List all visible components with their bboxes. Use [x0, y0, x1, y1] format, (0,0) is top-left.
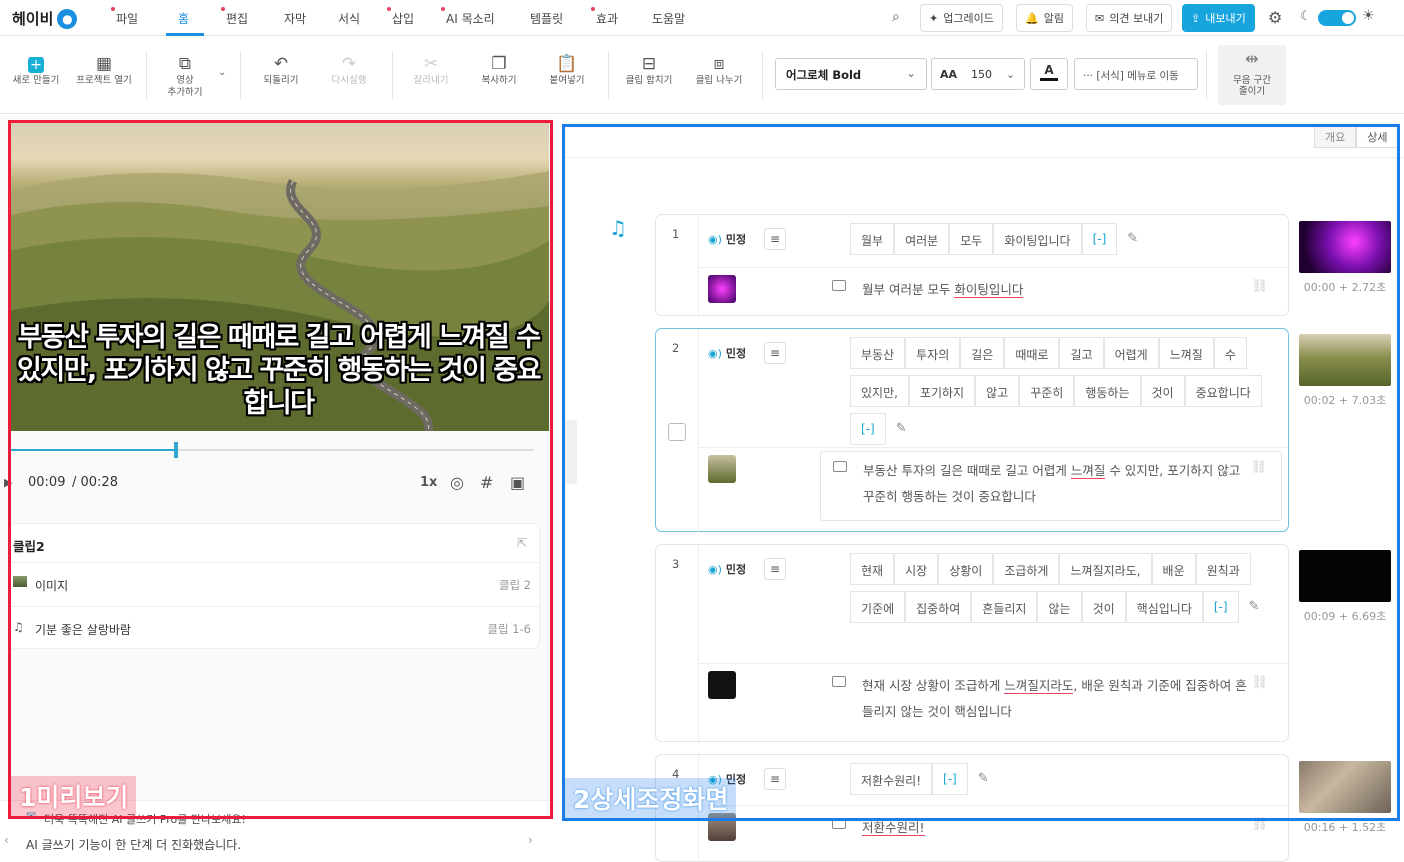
- menu-bar: 헤이비 ● 파일 홈 편집 자막 서식 삽입 AI 목소리 템플릿 효과 도움말…: [0, 0, 1404, 36]
- clip-time-4: 00:16 + 1.52초: [1303, 821, 1387, 834]
- split-icon: ⧈: [713, 54, 725, 74]
- chevron-down-icon: ⌄: [906, 66, 916, 80]
- copy-icon: ❐: [491, 54, 507, 74]
- menu-template[interactable]: 템플릿: [530, 10, 563, 27]
- format-menu-button[interactable]: ··· [서식] 메뉴로 이동: [1074, 58, 1198, 90]
- menu-help[interactable]: 도움말: [652, 10, 685, 27]
- chevron-down-icon: ⌄: [1006, 67, 1016, 81]
- merge-icon: ⊟: [641, 54, 657, 74]
- copy-button[interactable]: ❐ 복사하기: [474, 53, 524, 87]
- menu-ai-voice[interactable]: AI 목소리: [441, 7, 495, 27]
- new-project-button[interactable]: + 새로 만들기: [10, 53, 62, 87]
- plus-icon: +: [28, 57, 44, 73]
- search-icon[interactable]: ⌕: [892, 9, 900, 25]
- user-avatar-icon[interactable]: ●: [57, 8, 78, 29]
- annotation-detail-label: 2상세조정화면: [565, 778, 737, 818]
- moon-icon: ☾: [1300, 9, 1312, 24]
- new-dot-icon: [591, 7, 595, 11]
- menu-edit[interactable]: 편집: [221, 7, 248, 27]
- chevron-right-icon[interactable]: ›: [528, 833, 533, 847]
- annotation-preview-label: 1미리보기: [11, 776, 137, 816]
- color-swatch: [1040, 78, 1058, 81]
- upgrade-button[interactable]: ✦ 업그레이드: [920, 4, 1003, 32]
- export-icon: ⇪: [1191, 11, 1201, 25]
- redo-button[interactable]: ↷ 다시실행: [324, 53, 374, 87]
- undo-button[interactable]: ↶ 되돌리기: [256, 53, 306, 87]
- chevron-left-icon[interactable]: ‹: [4, 833, 9, 847]
- new-dot-icon: [221, 7, 225, 11]
- menu-format[interactable]: 서식: [338, 10, 360, 27]
- chevron-down-icon[interactable]: ⌄: [218, 67, 226, 78]
- gear-icon[interactable]: ⚙: [1268, 8, 1282, 27]
- feedback-button[interactable]: ✉ 의견 보내기: [1086, 4, 1173, 32]
- undo-icon: ↶: [273, 54, 289, 74]
- sun-icon: ☀: [1362, 8, 1375, 24]
- font-select[interactable]: 어그로체 Bold ⌄: [775, 58, 927, 90]
- scissors-icon: ✂: [423, 54, 439, 74]
- silence-icon: ⇹: [1245, 49, 1259, 68]
- merge-clip-button[interactable]: ⊟ 클립 합치기: [620, 53, 678, 87]
- split-clip-button[interactable]: ⧈ 클립 나누기: [690, 53, 748, 87]
- menu-home[interactable]: 홈: [178, 10, 189, 27]
- brand-name: 헤이비: [12, 10, 54, 28]
- sparkle-icon: ✦: [929, 11, 939, 25]
- add-video-button[interactable]: ⧉ 영상 추가하기: [160, 53, 210, 99]
- menu-effect[interactable]: 효과: [591, 7, 618, 27]
- font-color-button[interactable]: A: [1030, 58, 1068, 90]
- new-dot-icon: [441, 7, 445, 11]
- open-project-button[interactable]: ▦ 프로젝트 열기: [72, 53, 136, 87]
- menu-file[interactable]: 파일: [111, 7, 138, 27]
- cut-button[interactable]: ✂ 잘라내기: [406, 53, 456, 87]
- reduce-silence-button[interactable]: ⇹ 무음 구간 줄이기: [1218, 45, 1286, 105]
- annotation-detail: 2상세조정화면: [562, 124, 1400, 821]
- font-size-select[interactable]: AA 150 ⌄: [931, 58, 1025, 90]
- paste-button[interactable]: 📋 붙여넣기: [542, 53, 592, 87]
- annotation-preview: 1미리보기: [8, 120, 553, 819]
- theme-toggle[interactable]: [1318, 10, 1356, 26]
- mail-icon: ✉: [1095, 11, 1105, 25]
- folder-icon: ▦: [95, 54, 113, 74]
- new-dot-icon: [387, 7, 391, 11]
- font-size-icon: AA: [940, 67, 958, 81]
- menu-insert[interactable]: 삽입: [387, 7, 414, 27]
- export-button[interactable]: ⇪ 내보내기: [1182, 4, 1255, 32]
- notification-button[interactable]: 🔔 알림: [1016, 4, 1073, 32]
- tip-text: AI 글쓰기 기능이 한 단계 더 진화했습니다.: [26, 838, 242, 852]
- redo-icon: ↷: [341, 54, 357, 74]
- ribbon-toolbar: + 새로 만들기 ▦ 프로젝트 열기 ⧉ 영상 추가하기 ⌄ ↶ 되돌리기 ↷ 다시실행 ✂…: [0, 37, 1404, 114]
- menu-subtitle[interactable]: 자막: [284, 10, 306, 27]
- bell-icon: 🔔: [1025, 11, 1039, 25]
- active-tab-indicator: [166, 33, 204, 36]
- brand[interactable]: 헤이비 ●: [12, 8, 78, 29]
- spell-mark: 저환수원리!: [862, 820, 925, 836]
- clipboard-icon: 📋: [556, 54, 578, 74]
- new-dot-icon: [111, 7, 115, 11]
- add-video-icon: ⧉: [178, 54, 192, 74]
